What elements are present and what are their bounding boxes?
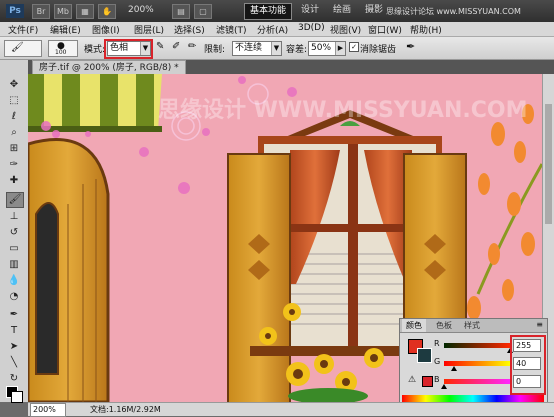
workspace-painting[interactable]: 绘画 <box>328 3 356 18</box>
photoshop-logo: Ps <box>6 4 24 18</box>
document-size: 文档:1.16M/2.92M <box>90 405 161 414</box>
type-tool-icon[interactable]: T <box>6 324 22 338</box>
sampling-continuous-icon[interactable]: ✎ <box>156 41 164 52</box>
menu-image[interactable]: 图像(I) <box>92 23 120 36</box>
options-bar: 🖌 ● 100 模式: 色相 ▼ ✎ ✐ ✏ 限制: 不连续 ▼ 容差: 50%… <box>0 37 554 60</box>
path-select-tool-icon[interactable]: ➤ <box>6 340 22 354</box>
move-tool-icon[interactable]: ✥ <box>6 78 22 92</box>
antialias-checkbox[interactable]: ✓ <box>349 42 359 52</box>
title-bar: Ps Br Mb ▦ ✋ 200% ▤ ▢ 基本功能 设计 绘画 摄影 思缘设计… <box>0 0 554 22</box>
clone-stamp-tool-icon[interactable]: ⊥ <box>6 210 22 224</box>
eraser-tool-icon[interactable]: ▭ <box>6 242 22 256</box>
mini-bridge-icon[interactable]: Mb <box>54 4 72 19</box>
toolbox: ✥ ⬚ ℓ ⌕ ⊞ ✑ ✚ 🖌 ⊥ ↺ ▭ ▥ 💧 ◔ ✒ T ➤ ╲ ↻ <box>0 60 29 403</box>
antialias-label: 消除锯齿 <box>360 45 397 55</box>
channel-b-thumb[interactable] <box>441 384 447 389</box>
tab-color[interactable]: 颜色 <box>402 319 426 332</box>
tab-styles[interactable]: 样式 <box>460 319 484 332</box>
canvas-watermark: 思缘设计 WWW.MISSYUAN.COM <box>158 98 528 123</box>
chevron-down-icon: ▼ <box>271 42 281 55</box>
menu-filter[interactable]: 滤镜(T) <box>216 23 247 36</box>
menu-window[interactable]: 窗口(W) <box>368 23 402 36</box>
healing-tool-icon[interactable]: ✚ <box>6 174 22 188</box>
scroll-thumb[interactable] <box>545 104 552 224</box>
highlight-frame <box>104 39 153 59</box>
status-bar: 200% 文档:1.16M/2.92M <box>28 402 554 417</box>
document-tab-bar: 房子.tif @ 200% (房子, RGB/8) * <box>28 60 554 75</box>
color-replacement-tool-icon[interactable]: 🖌 <box>6 192 24 208</box>
panel-menu-icon[interactable]: ≡ <box>536 320 543 329</box>
lasso-tool-icon[interactable]: ℓ <box>6 110 22 124</box>
chevron-right-icon: ▶ <box>335 42 345 55</box>
menu-layer[interactable]: 图层(L) <box>134 23 164 36</box>
brush-size: 100 <box>55 49 67 56</box>
menu-bar: 文件(F) 编辑(E) 图像(I) 图层(L) 选择(S) 滤镜(T) 分析(A… <box>0 22 554 37</box>
quick-select-tool-icon[interactable]: ⌕ <box>6 126 22 140</box>
tab-swatches[interactable]: 色板 <box>432 319 456 332</box>
menu-file[interactable]: 文件(F) <box>8 23 38 36</box>
menu-3d[interactable]: 3D(D) <box>298 23 325 33</box>
limit-value: 不连续 <box>235 43 263 53</box>
color-panel: 颜色 色板 样式 ≡ R 255 G 40 ⚠ B 0 <box>399 318 548 410</box>
menu-view[interactable]: 视图(V) <box>330 23 361 36</box>
panel-tabs: 颜色 色板 样式 ≡ <box>400 319 547 333</box>
history-brush-tool-icon[interactable]: ↺ <box>6 226 22 240</box>
workspace-design[interactable]: 设计 <box>296 3 324 18</box>
sampling-background-icon[interactable]: ✏ <box>188 41 196 52</box>
marquee-tool-icon[interactable]: ⬚ <box>6 94 22 108</box>
workspace-essentials[interactable]: 基本功能 <box>244 3 293 20</box>
tool-preset-picker[interactable]: 🖌 <box>4 40 42 57</box>
hand-icon[interactable]: ✋ <box>98 4 116 19</box>
panel-background-swatch[interactable] <box>417 348 432 363</box>
eyedropper-tool-icon[interactable]: ✑ <box>6 158 22 172</box>
tolerance-value: 50% <box>311 43 332 53</box>
menu-analysis[interactable]: 分析(A) <box>257 23 288 36</box>
blur-tool-icon[interactable]: 💧 <box>6 274 22 288</box>
workspace-photography[interactable]: 摄影 <box>360 3 388 18</box>
view-extras-icon[interactable]: ▦ <box>76 4 94 19</box>
background-color-swatch[interactable] <box>11 391 23 403</box>
site-watermark: 思缘设计论坛 www.MISSYUAN.COM <box>386 7 521 16</box>
menu-help[interactable]: 帮助(H) <box>410 23 442 36</box>
shape-tool-icon[interactable]: ╲ <box>6 356 22 370</box>
channel-g-label: G <box>434 357 441 366</box>
bridge-icon[interactable]: Br <box>32 4 50 19</box>
limit-label: 限制: <box>204 45 226 55</box>
brush-preset-picker[interactable]: ● 100 <box>48 40 78 57</box>
values-highlight-frame <box>510 335 546 395</box>
tablet-pressure-icon[interactable]: ✒ <box>406 40 415 53</box>
channel-r-label: R <box>434 339 440 348</box>
crop-tool-icon[interactable]: ⊞ <box>6 142 22 156</box>
limit-select[interactable]: 不连续 ▼ <box>232 41 282 56</box>
pen-tool-icon[interactable]: ✒ <box>6 308 22 322</box>
gamut-color-swatch[interactable] <box>422 376 433 387</box>
gamut-warning-icon[interactable]: ⚠ <box>408 375 416 385</box>
3d-rotate-tool-icon[interactable]: ↻ <box>6 372 22 386</box>
document-tab[interactable]: 房子.tif @ 200% (房子, RGB/8) * <box>32 60 186 75</box>
arrange-documents-icon[interactable]: ▤ <box>172 4 190 19</box>
channel-b-label: B <box>434 375 440 384</box>
menu-select[interactable]: 选择(S) <box>174 23 205 36</box>
tolerance-input[interactable]: 50% ▶ <box>308 41 346 56</box>
dodge-tool-icon[interactable]: ◔ <box>6 290 22 304</box>
tolerance-label: 容差: <box>286 45 308 55</box>
sampling-once-icon[interactable]: ✐ <box>172 41 180 52</box>
gradient-tool-icon[interactable]: ▥ <box>6 258 22 272</box>
channel-g-thumb[interactable] <box>451 366 458 371</box>
mode-label: 模式: <box>84 45 106 55</box>
zoom-level[interactable]: 200% <box>128 5 154 15</box>
channel-r-slider[interactable] <box>444 343 510 348</box>
color-replacement-icon: 🖌 <box>11 42 24 53</box>
screen-mode-icon[interactable]: ▢ <box>194 4 212 19</box>
channel-b-slider[interactable] <box>444 379 510 384</box>
menu-edit[interactable]: 编辑(E) <box>50 23 81 36</box>
